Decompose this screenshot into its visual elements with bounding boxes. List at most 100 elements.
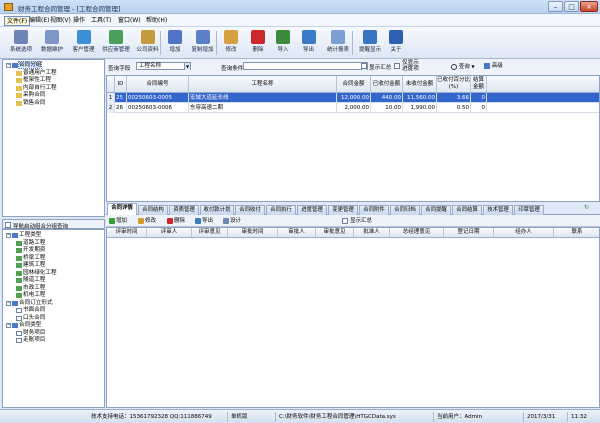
tab-9[interactable]: 合同归档 <box>390 205 420 215</box>
tree-node[interactable]: 开发期资 <box>6 247 57 255</box>
query-field-select[interactable]: 工程名称 ▼ <box>136 62 191 70</box>
column-header[interactable]: 合同编号 <box>127 76 189 92</box>
menu-5[interactable]: 窗口(W) <box>116 16 143 26</box>
detail-tool-2[interactable]: 删除 <box>167 217 185 226</box>
tree-node[interactable]: 道路工程 <box>6 240 57 248</box>
detail-tool-3[interactable]: 导出 <box>195 217 213 226</box>
tree-node[interactable]: 口头合同 <box>6 315 57 323</box>
tree-node[interactable]: 书面合同 <box>6 307 57 315</box>
tree-node-label: 采购合同 <box>23 92 46 98</box>
toolbar-button-5[interactable]: 增加 <box>163 28 187 58</box>
tab-1[interactable]: 合同结构 <box>138 205 168 215</box>
tree-node[interactable]: 建筑工程 <box>6 262 57 270</box>
expand-toggle-icon[interactable]: − <box>6 233 11 239</box>
toolbar-button-11[interactable]: 统计报表 <box>323 28 353 58</box>
toolbar-button-8[interactable]: 删除 <box>247 28 269 58</box>
toolbar-button-1[interactable]: 数据维护 <box>37 28 67 58</box>
group-query-header[interactable]: 导航启动组合分组查询 <box>2 219 105 230</box>
detail-tool-0[interactable]: 增加 <box>109 217 127 226</box>
column-header[interactable]: 总经理意见 <box>390 228 444 237</box>
toolbar-button-10[interactable]: 导出 <box>297 28 320 58</box>
only-progress-checkbox[interactable] <box>394 63 400 69</box>
tab-6[interactable]: 进度管理 <box>297 205 327 215</box>
toolbar-button-0[interactable]: 系统选项 <box>6 28 36 58</box>
column-header[interactable]: 批准人 <box>354 228 390 237</box>
tab-13[interactable]: 印章管理 <box>514 205 544 215</box>
menu-4[interactable]: 工具(T) <box>89 16 113 26</box>
tree-node[interactable]: 机电工程 <box>6 292 57 300</box>
tree-node[interactable]: 采购合同 <box>6 92 57 100</box>
tree-node[interactable]: − 合同订立形式 <box>6 300 57 308</box>
toolbar-button-12[interactable]: 提醒显示 <box>355 28 385 58</box>
toolbar-button-6[interactable]: 复制增加 <box>187 28 218 58</box>
expand-toggle-icon[interactable]: − <box>6 300 11 306</box>
column-header[interactable]: 登记日期 <box>444 228 494 237</box>
tree-node[interactable]: − 合同类型 <box>6 322 57 330</box>
status-bar: 技术支持电话：15361792328 QQ:111886749 单机版 C:\财… <box>0 409 600 423</box>
expand-toggle-icon[interactable]: − <box>6 63 11 69</box>
maximize-button[interactable]: □ <box>564 1 579 12</box>
expand-toggle-icon[interactable]: − <box>6 323 11 329</box>
tree-node[interactable]: 框架性工程 <box>6 77 57 85</box>
detail-summary-checkbox[interactable] <box>342 218 348 224</box>
close-button[interactable]: × <box>580 1 598 12</box>
tab-12[interactable]: 技术管理 <box>483 205 513 215</box>
column-header[interactable]: 审批人 <box>278 228 316 237</box>
toolbar-button-13[interactable]: 关于 <box>386 28 406 58</box>
group-query-checkbox[interactable] <box>5 221 11 228</box>
column-header[interactable]: 评审时间 <box>107 228 147 237</box>
column-header[interactable]: 评审意见 <box>192 228 228 237</box>
tab-7[interactable]: 变更管理 <box>328 205 358 215</box>
tree-node[interactable]: 财务项目 <box>6 330 57 338</box>
toolbar-button-4[interactable]: 公司资料 <box>133 28 162 58</box>
minimize-button[interactable]: – <box>548 1 563 12</box>
toolbar-button-9[interactable]: 导入 <box>272 28 294 58</box>
table-row[interactable]: 2 26 00250603-0006 东穿高速二期 2,000.00 10.00 1,990… <box>107 103 599 113</box>
column-header[interactable]: 工程名称 <box>189 76 337 92</box>
column-header[interactable]: 经办人 <box>494 228 554 237</box>
column-header[interactable]: 已收付百分比(%) <box>437 76 471 92</box>
column-header[interactable] <box>107 76 115 92</box>
summary-checkbox[interactable] <box>361 63 367 69</box>
tab-11[interactable]: 合同结算 <box>452 205 482 215</box>
tree-node[interactable]: 内部自行工程 <box>6 85 57 93</box>
table-row[interactable]: 1 25 00250603-0005 宏城大道延长线 12,000.00 440.00 11… <box>107 93 599 103</box>
tab-10[interactable]: 合同提醒 <box>421 205 451 215</box>
column-header[interactable]: 未收付金额 <box>403 76 437 92</box>
tree-node[interactable]: 走账项目 <box>6 337 57 345</box>
tab-0[interactable]: 合同详情 <box>107 203 137 215</box>
column-header[interactable]: 评审人 <box>147 228 192 237</box>
tree-node[interactable]: 销售合同 <box>6 100 57 108</box>
tree-node[interactable]: 市政工程 <box>6 285 57 293</box>
tree-node[interactable]: 园林绿化工程 <box>6 270 57 278</box>
menu-2[interactable]: 视图(V) <box>48 16 73 26</box>
tree-node[interactable]: 桥梁工程 <box>6 255 57 263</box>
menu-6[interactable]: 帮助(H) <box>144 16 169 26</box>
advanced-search-button[interactable]: 高级 <box>484 62 503 71</box>
search-button[interactable]: 查询 ▼ <box>451 62 475 71</box>
tree-node[interactable]: − 合同分组 <box>6 61 57 70</box>
column-header[interactable]: ID <box>115 76 127 92</box>
tab-2[interactable]: 资质管理 <box>169 205 199 215</box>
column-header[interactable]: 结算金额 <box>471 76 487 92</box>
query-condition-select[interactable]: ▼ <box>243 62 368 70</box>
tab-8[interactable]: 合同附件 <box>359 205 389 215</box>
tab-3[interactable]: 收付款计划 <box>200 205 234 215</box>
detail-tool-1[interactable]: 修改 <box>138 217 156 226</box>
tab-5[interactable]: 合同执行 <box>266 205 296 215</box>
tab-4[interactable]: 合同收付 <box>235 205 265 215</box>
toolbar-button-2[interactable]: 客户管理 <box>68 28 99 58</box>
refresh-icon[interactable]: ↻ <box>584 204 591 213</box>
tree-node[interactable]: 隧道工程 <box>6 277 57 285</box>
toolbar-button-3[interactable]: 供应商管理 <box>100 28 132 58</box>
column-header[interactable]: 联系 <box>554 228 599 237</box>
column-header[interactable]: 审批时间 <box>228 228 278 237</box>
tree-node[interactable]: 普通用户工程 <box>6 70 57 78</box>
column-header[interactable]: 审批意见 <box>316 228 354 237</box>
menu-3[interactable]: 操作 <box>71 16 87 26</box>
toolbar-button-7[interactable]: 修改 <box>219 28 243 58</box>
column-header[interactable]: 合同金额 <box>337 76 371 92</box>
detail-tool-4[interactable]: 设计 <box>223 217 241 226</box>
tree-node[interactable]: − 工程类型 <box>6 232 57 240</box>
column-header[interactable]: 已收付金额 <box>371 76 403 92</box>
